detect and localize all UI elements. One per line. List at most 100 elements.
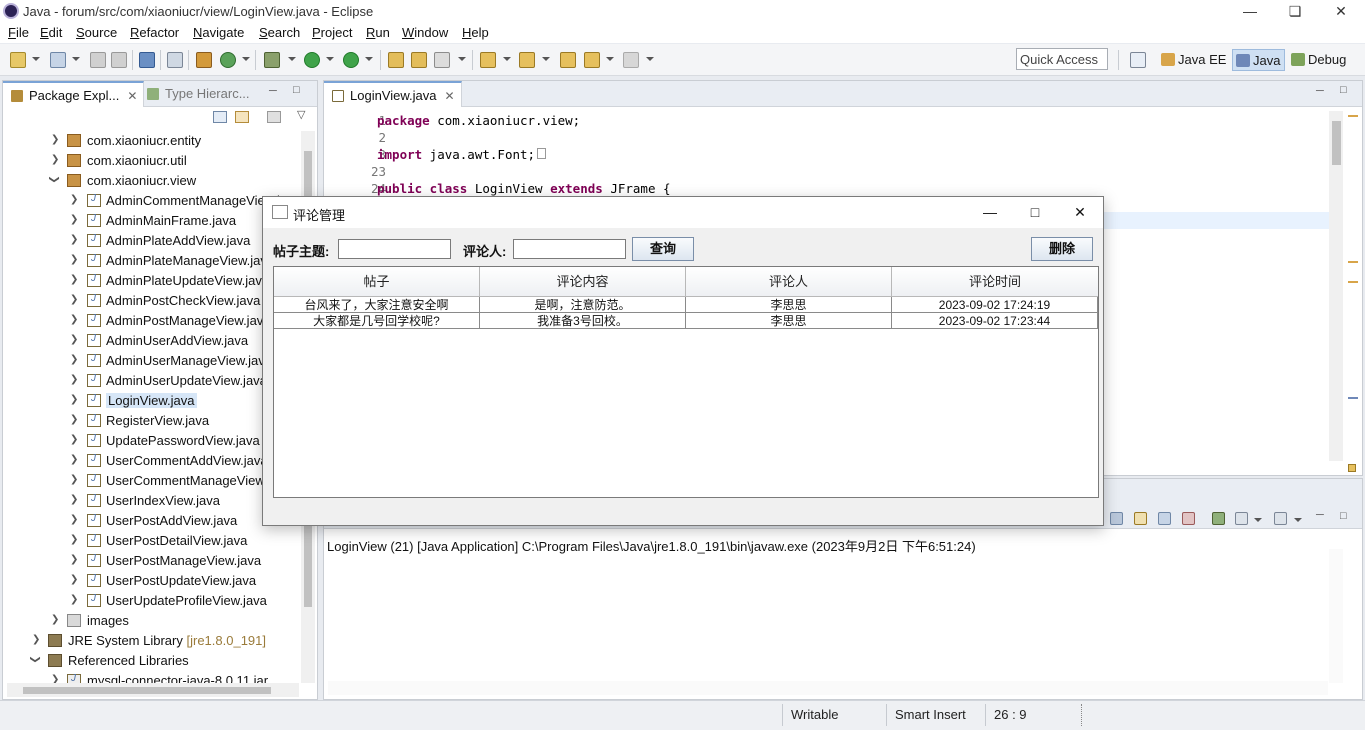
tree-horizontal-scrollbar[interactable]	[7, 683, 299, 697]
expand-icon[interactable]: ❯	[70, 414, 78, 425]
overview-marker[interactable]	[1348, 261, 1358, 263]
view-menu-icon[interactable]: ▽	[297, 108, 305, 121]
previous-annotation-icon[interactable]	[519, 52, 535, 68]
menu-window[interactable]: Window	[402, 25, 448, 40]
perspective-java[interactable]: Java	[1232, 49, 1286, 71]
column-header-commenter[interactable]: 评论人	[686, 267, 892, 297]
next-annotation-icon[interactable]	[480, 52, 496, 68]
expand-icon[interactable]: ❯	[70, 214, 78, 225]
pin-console-icon[interactable]	[1212, 512, 1225, 525]
expand-icon[interactable]: ❯	[70, 374, 78, 385]
console-vertical-scrollbar[interactable]	[1329, 549, 1343, 683]
overview-marker[interactable]	[1348, 281, 1358, 283]
table-cell[interactable]: 李思思	[686, 313, 892, 329]
expand-icon[interactable]: ❯	[70, 474, 78, 485]
refresh-icon[interactable]	[220, 52, 236, 68]
expand-icon[interactable]: ❯	[70, 494, 78, 505]
external-tools-dropdown-icon[interactable]	[365, 57, 373, 61]
tab-type-hierarchy[interactable]: Type Hierarc...	[139, 81, 256, 107]
dialog-close-button[interactable]: ✕	[1057, 201, 1103, 223]
overview-marker[interactable]	[1348, 397, 1358, 399]
tab-loginview[interactable]: LoginView.java ✕	[324, 81, 462, 107]
maximize-view-icon[interactable]: □	[293, 84, 300, 96]
collapse-icon[interactable]: ❯	[49, 175, 60, 183]
remove-launch-icon[interactable]	[1182, 512, 1195, 525]
table-cell[interactable]: 2023-09-02 17:23:44	[892, 313, 1098, 329]
expand-icon[interactable]: ❯	[70, 554, 78, 565]
filter-icon[interactable]	[267, 111, 281, 123]
column-header-post[interactable]: 帖子	[274, 267, 480, 297]
expand-icon[interactable]: ❯	[70, 194, 78, 205]
save-icon[interactable]	[90, 52, 106, 68]
next-annotation-dropdown-icon[interactable]	[503, 57, 511, 61]
menu-run[interactable]: Run	[366, 25, 390, 40]
overview-marker[interactable]	[1348, 115, 1358, 117]
run-icon[interactable]	[304, 52, 320, 68]
table-cell[interactable]: 2023-09-02 17:24:19	[892, 297, 1098, 313]
table-cell[interactable]: 李思思	[686, 297, 892, 313]
menu-refactor[interactable]: Refactor	[130, 25, 179, 40]
show-stdout-icon[interactable]	[1134, 512, 1147, 525]
expand-icon[interactable]: ❯	[70, 334, 78, 345]
column-header-time[interactable]: 评论时间	[892, 267, 1098, 297]
minimize-button[interactable]: —	[1227, 0, 1273, 22]
menu-edit[interactable]: Edit	[40, 25, 62, 40]
back-dropdown-icon[interactable]	[606, 57, 614, 61]
new-dropdown-icon[interactable]	[32, 57, 40, 61]
console-icon[interactable]	[139, 52, 155, 68]
expand-icon[interactable]: ❯	[70, 314, 78, 325]
dialog-minimize-button[interactable]: —	[967, 201, 1013, 223]
menu-navigate[interactable]: Navigate	[193, 25, 244, 40]
expand-icon[interactable]: ❯	[51, 134, 59, 145]
expand-icon[interactable]: ❯	[70, 254, 78, 265]
expand-icon[interactable]: ❯	[51, 154, 59, 165]
console-horizontal-scrollbar[interactable]	[328, 681, 1328, 695]
query-button[interactable]: 查询	[632, 237, 694, 261]
new-project-dropdown-icon[interactable]	[72, 57, 80, 61]
show-stderr-icon[interactable]	[1158, 512, 1171, 525]
table-cell[interactable]: 我准备3号回校。	[480, 313, 686, 329]
back-icon[interactable]	[584, 52, 600, 68]
display-console-icon[interactable]	[1235, 512, 1248, 525]
close-tab-icon[interactable]: ✕	[445, 89, 455, 103]
tab-package-explorer[interactable]: Package Expl... ✕	[3, 81, 145, 107]
expand-icon[interactable]: ❯	[51, 614, 59, 625]
open-perspective-icon[interactable]	[1130, 52, 1146, 68]
expand-icon[interactable]: ❯	[70, 394, 78, 405]
expand-icon[interactable]: ❯	[70, 534, 78, 545]
collapse-all-icon[interactable]	[213, 111, 227, 123]
scrollbar-thumb[interactable]	[1332, 121, 1341, 165]
last-edit-location-icon[interactable]	[560, 52, 576, 68]
minimize-view-icon[interactable]: ─	[269, 85, 277, 97]
expand-icon[interactable]: ❯	[32, 634, 40, 645]
perspective-debug[interactable]: Debug	[1288, 49, 1350, 71]
commenter-input[interactable]	[513, 239, 626, 259]
maximize-console-icon[interactable]: □	[1340, 510, 1347, 522]
display-console-dropdown-icon[interactable]	[1254, 518, 1262, 522]
maximize-editor-icon[interactable]: □	[1340, 84, 1347, 96]
collapse-icon[interactable]: ❯	[30, 655, 41, 663]
save-all-icon[interactable]	[111, 52, 127, 68]
warning-indicator-icon[interactable]	[1348, 464, 1356, 472]
previous-annotation-dropdown-icon[interactable]	[542, 57, 550, 61]
debug-dropdown-icon[interactable]	[288, 57, 296, 61]
expand-icon[interactable]: ❯	[70, 514, 78, 525]
close-tab-icon[interactable]: ✕	[127, 89, 137, 103]
link-with-editor-icon[interactable]	[235, 111, 249, 123]
expand-icon[interactable]: ❯	[70, 574, 78, 585]
new-project-icon[interactable]	[50, 52, 66, 68]
new-icon[interactable]	[10, 52, 26, 68]
external-tools-icon[interactable]	[343, 52, 359, 68]
open-folder-icon[interactable]	[411, 52, 427, 68]
forward-icon[interactable]	[623, 52, 639, 68]
expand-icon[interactable]: ❯	[70, 274, 78, 285]
editor-vertical-scrollbar[interactable]	[1329, 111, 1343, 461]
scrollbar-thumb[interactable]	[23, 687, 271, 694]
dialog-maximize-button[interactable]: □	[1012, 201, 1058, 223]
quick-access-field[interactable]: Quick Access	[1016, 48, 1108, 70]
debug-icon[interactable]	[264, 52, 280, 68]
refresh-dropdown-icon[interactable]	[242, 57, 250, 61]
close-button[interactable]: ✕	[1318, 0, 1364, 22]
open-console-icon[interactable]	[1274, 512, 1287, 525]
table-cell[interactable]: 台风来了，大家注意安全啊	[274, 297, 480, 313]
